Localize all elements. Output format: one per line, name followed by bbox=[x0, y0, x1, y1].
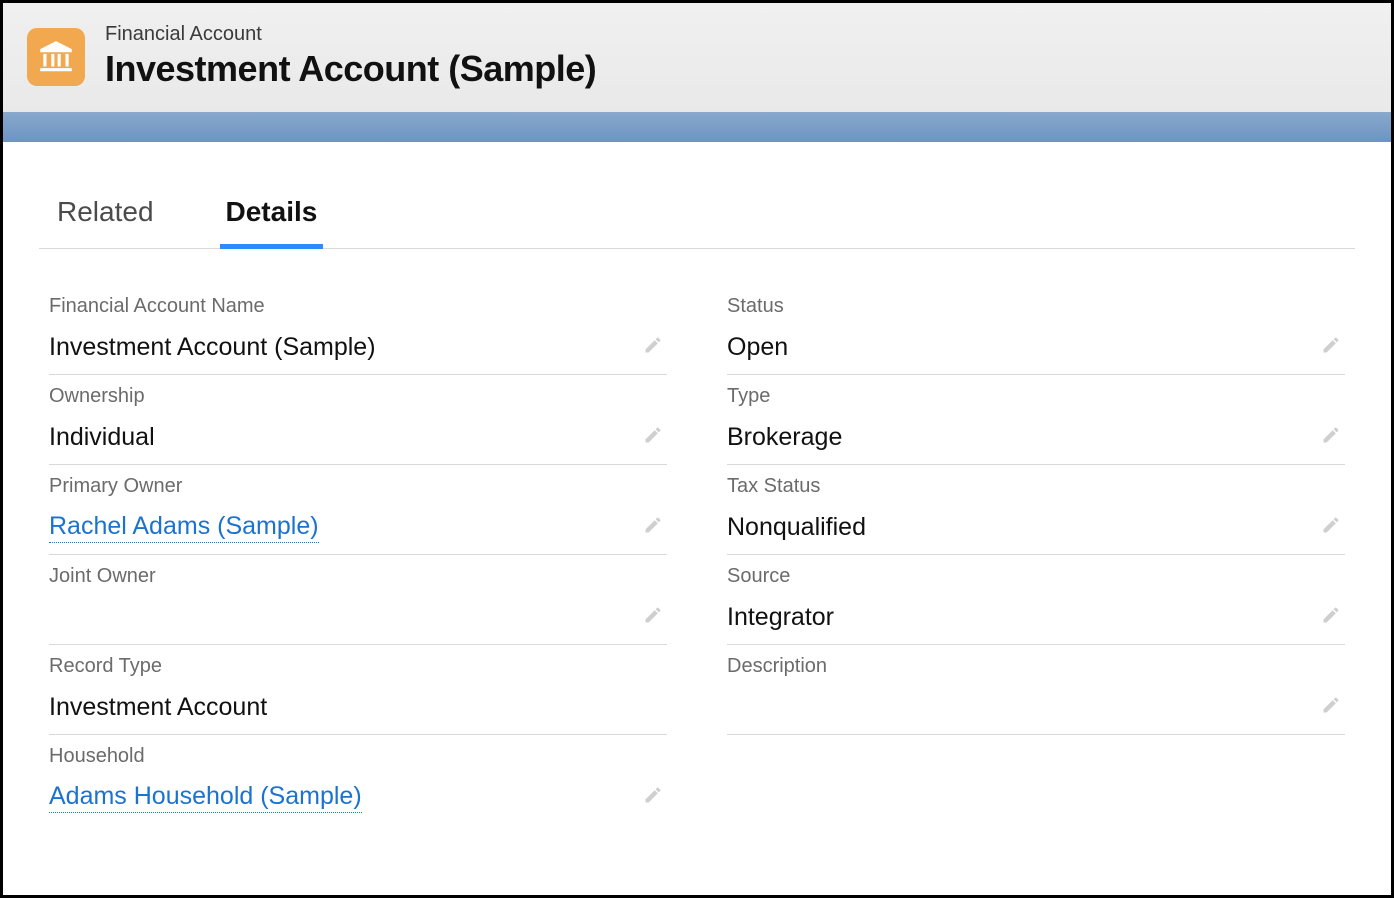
details-left-column: Financial Account Name Investment Accoun… bbox=[49, 285, 667, 824]
record-title: Investment Account (Sample) bbox=[105, 48, 596, 90]
pencil-icon[interactable] bbox=[643, 425, 663, 450]
field-label: Type bbox=[727, 385, 1345, 408]
tabs-bar: Related Details bbox=[39, 170, 1355, 249]
pencil-icon[interactable] bbox=[643, 335, 663, 360]
field-source: Source Integrator bbox=[727, 555, 1345, 645]
pencil-icon[interactable] bbox=[1321, 425, 1341, 450]
field-label: Status bbox=[727, 295, 1345, 318]
field-value: Open bbox=[727, 333, 788, 362]
field-value: Investment Account bbox=[49, 693, 267, 722]
field-description: Description bbox=[727, 645, 1345, 735]
details-grid: Financial Account Name Investment Accoun… bbox=[39, 249, 1355, 824]
field-financial-account-name: Financial Account Name Investment Accoun… bbox=[49, 285, 667, 375]
field-ownership: Ownership Individual bbox=[49, 375, 667, 465]
field-primary-owner: Primary Owner Rachel Adams (Sample) bbox=[49, 465, 667, 555]
household-link[interactable]: Adams Household (Sample) bbox=[49, 782, 362, 813]
details-right-column: Status Open Type Brokerage T bbox=[727, 285, 1345, 824]
content-area: Related Details Financial Account Name I… bbox=[3, 142, 1391, 824]
pencil-icon[interactable] bbox=[1321, 515, 1341, 540]
field-label: Description bbox=[727, 655, 1345, 678]
pencil-icon[interactable] bbox=[1321, 605, 1341, 630]
tab-details[interactable]: Details bbox=[220, 182, 324, 249]
field-record-type: Record Type Investment Account bbox=[49, 645, 667, 735]
field-label: Ownership bbox=[49, 385, 667, 408]
primary-owner-link[interactable]: Rachel Adams (Sample) bbox=[49, 512, 319, 543]
field-label: Financial Account Name bbox=[49, 295, 667, 318]
field-value: Nonqualified bbox=[727, 513, 866, 542]
field-value: Investment Account (Sample) bbox=[49, 333, 376, 362]
pencil-icon[interactable] bbox=[1321, 695, 1341, 720]
field-household: Household Adams Household (Sample) bbox=[49, 735, 667, 824]
field-label: Primary Owner bbox=[49, 475, 667, 498]
record-type-label: Financial Account bbox=[105, 23, 596, 46]
field-label: Household bbox=[49, 745, 667, 768]
field-tax-status: Tax Status Nonqualified bbox=[727, 465, 1345, 555]
tab-related[interactable]: Related bbox=[51, 182, 160, 248]
field-label: Tax Status bbox=[727, 475, 1345, 498]
bank-icon bbox=[27, 28, 85, 86]
field-value: Integrator bbox=[727, 603, 834, 632]
pencil-icon[interactable] bbox=[1321, 335, 1341, 360]
field-type: Type Brokerage bbox=[727, 375, 1345, 465]
field-value: Individual bbox=[49, 423, 155, 452]
bank-icon-svg bbox=[37, 38, 75, 76]
field-label: Source bbox=[727, 565, 1345, 588]
pencil-icon[interactable] bbox=[643, 515, 663, 540]
record-header: Financial Account Investment Account (Sa… bbox=[3, 3, 1391, 112]
field-joint-owner: Joint Owner bbox=[49, 555, 667, 645]
field-value: Brokerage bbox=[727, 423, 842, 452]
pencil-icon[interactable] bbox=[643, 785, 663, 810]
field-label: Record Type bbox=[49, 655, 667, 678]
field-label: Joint Owner bbox=[49, 565, 667, 588]
pencil-icon[interactable] bbox=[643, 605, 663, 630]
decorative-band bbox=[3, 112, 1391, 142]
header-titles: Financial Account Investment Account (Sa… bbox=[105, 23, 596, 90]
field-status: Status Open bbox=[727, 285, 1345, 375]
